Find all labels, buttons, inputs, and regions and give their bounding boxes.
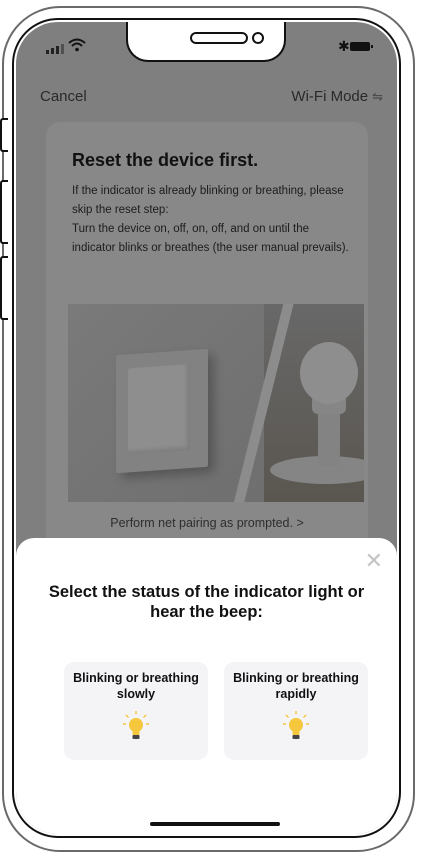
battery-icon (350, 42, 373, 51)
volume-down-button (0, 256, 8, 320)
phone-screen: ✱ Cancel Wi-Fi Mode ⇋ Reset the device f… (16, 22, 397, 834)
lightbulb-icon (123, 711, 149, 739)
net-pairing-link[interactable]: Perform net pairing as prompted. > (46, 516, 368, 530)
bluetooth-icon: ✱ (338, 38, 350, 54)
device-illustration (68, 304, 364, 502)
mute-switch (0, 118, 8, 152)
blinking-slowly-option[interactable]: Blinking or breathing slowly (64, 662, 208, 760)
speaker-icon (190, 32, 248, 44)
option-label: Blinking or breathing slowly (73, 671, 199, 701)
card-body: If the indicator is already blinking or … (72, 182, 352, 258)
wall-switch-image (116, 348, 208, 474)
indicator-status-sheet: ✕ Select the status of the indicator lig… (16, 538, 397, 834)
camera-icon (252, 32, 264, 44)
wifi-mode-label: Wi-Fi Mode (291, 88, 369, 105)
blinking-rapidly-option[interactable]: Blinking or breathing rapidly (224, 662, 368, 760)
wifi-mode-button[interactable]: Wi-Fi Mode ⇋ (291, 88, 383, 105)
notch (126, 22, 286, 62)
sheet-title: Select the status of the indicator light… (48, 583, 365, 621)
lightbulb-icon (283, 711, 309, 739)
home-indicator[interactable] (150, 822, 280, 826)
cancel-button[interactable]: Cancel (40, 88, 87, 105)
wifi-icon (68, 38, 86, 52)
card-line: If the indicator is already blinking or … (72, 185, 344, 216)
volume-up-button (0, 180, 8, 244)
option-label: Blinking or breathing rapidly (233, 671, 359, 701)
swap-arrows-icon: ⇋ (372, 88, 383, 104)
close-icon[interactable]: ✕ (365, 550, 383, 572)
cellular-signal-icon (46, 44, 64, 54)
card-line: Turn the device on, off, on, off, and on… (72, 223, 349, 254)
reset-instruction-card: Reset the device first. If the indicator… (46, 122, 368, 552)
card-title: Reset the device first. (72, 150, 259, 170)
light-bulb-image (300, 342, 358, 404)
